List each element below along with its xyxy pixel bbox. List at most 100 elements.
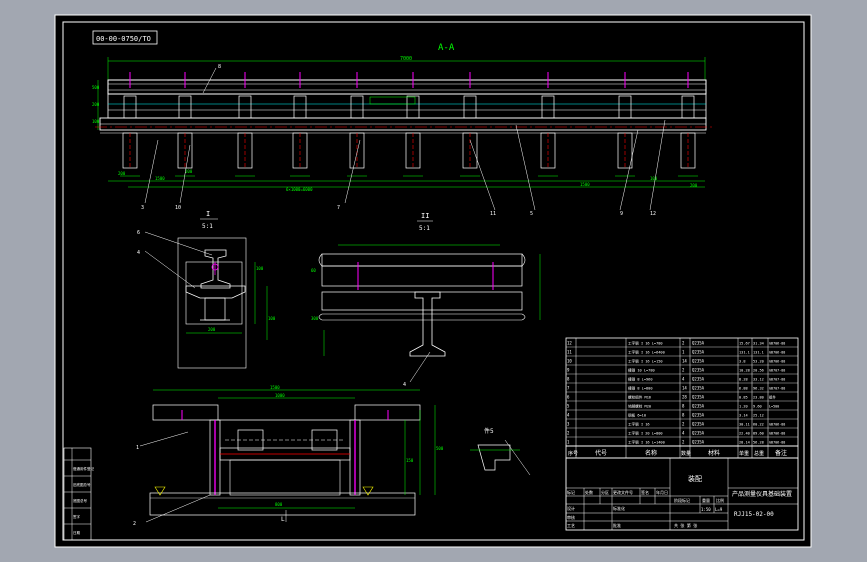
tb-zone: 分区 bbox=[601, 489, 609, 495]
bom-cell-mat: Q235A bbox=[692, 377, 705, 382]
section-a-title: A-A bbox=[438, 43, 455, 53]
tb-mark: 标记 bbox=[567, 489, 575, 495]
detail-i-dim-b: 100 bbox=[268, 316, 276, 321]
bom-cell-w2: 60.22 bbox=[753, 423, 764, 427]
scale-label: 比例 bbox=[716, 497, 724, 503]
detail-i-callout-6: 6 bbox=[137, 230, 140, 236]
bom-cell-w2: 131.1 bbox=[753, 351, 764, 355]
tb-sign: 签名 bbox=[641, 489, 649, 495]
tb-process: 工艺 bbox=[567, 523, 575, 528]
tb-std: 标准化 bbox=[613, 505, 625, 511]
sheet-label: 共 张 第 张 bbox=[674, 522, 697, 528]
bom-cell-note: GB706-88 bbox=[769, 441, 785, 445]
bom-cell-w1: 0.85 bbox=[739, 396, 748, 400]
bom-cell-note: GB706-88 bbox=[769, 360, 785, 364]
bottom-dim-3: 1500 bbox=[580, 182, 590, 187]
bom-cell-no: 11 bbox=[567, 350, 572, 355]
cad-drawing-viewport[interactable]: 00-00-0750/TO A-A 7000 500 200 100 1500 … bbox=[0, 0, 867, 562]
callout-7: 7 bbox=[337, 205, 340, 211]
bom-header-note: 备注 bbox=[775, 449, 787, 457]
tb-check: 审核 bbox=[567, 514, 575, 520]
bom-cell-w1: 1.20 bbox=[739, 405, 748, 409]
bom-cell-mat: Q235A bbox=[692, 440, 705, 445]
front-callout-2: 2 bbox=[133, 521, 136, 527]
callout-5: 5 bbox=[530, 211, 533, 217]
bom-cell-note: GB706-88 bbox=[769, 351, 785, 355]
detail-i-callout-4: 4 bbox=[137, 250, 140, 256]
detail-ii-dim-b: 300 bbox=[311, 316, 319, 321]
bottom-dim-6: 200 bbox=[118, 171, 126, 176]
stamp-4: 签字 bbox=[73, 514, 80, 519]
front-dim-right-b: 150 bbox=[406, 458, 414, 463]
drawing-tag-label: 00-00-0750/TO bbox=[96, 35, 151, 43]
bom-cell-mat: Q235A bbox=[692, 395, 705, 400]
detail-i-scale: 5:1 bbox=[202, 223, 213, 230]
bottom-dim-1: 1500 bbox=[155, 176, 165, 181]
bom-cell-w1: 22.40 bbox=[739, 432, 750, 436]
drawing-number: RJJ15-02-00 bbox=[734, 511, 774, 518]
bom-cell-name: 工字钢 I 16 L=150 bbox=[628, 359, 663, 364]
bom-cell-name: 槽钢 10 L=780 bbox=[628, 368, 655, 373]
stamp-2: 旧底图总号 bbox=[73, 482, 91, 487]
callout-9: 9 bbox=[620, 211, 623, 217]
bom-cell-mat: Q235A bbox=[692, 422, 705, 427]
bom-cell-name: 钢板 δ=10 bbox=[628, 413, 646, 418]
bom-cell-mat: Q235A bbox=[692, 359, 705, 364]
scale-text: 1:50 bbox=[701, 507, 711, 512]
title-caption: 装配 bbox=[688, 474, 702, 483]
bom-cell-w2: 96.32 bbox=[753, 387, 764, 391]
front-dim-bottom: 800 bbox=[275, 502, 283, 507]
bom-cell-w2: 56.28 bbox=[753, 441, 764, 445]
bom-cell-name: 工字钢 I 16 bbox=[628, 422, 650, 427]
bom-cell-note: GB706-88 bbox=[769, 423, 785, 427]
bom-cell-note: GB706-88 bbox=[769, 342, 785, 346]
bom-cell-note: L=500 bbox=[769, 405, 779, 409]
left-dim-b: 200 bbox=[92, 102, 100, 107]
bom-cell-w2: 53.20 bbox=[753, 360, 764, 364]
bom-header-mat: 材料 bbox=[708, 449, 720, 457]
detail-ii-callout-4: 4 bbox=[403, 382, 406, 388]
bom-cell-w1: 6.88 bbox=[739, 387, 748, 391]
bom-cell-note: GB706-88 bbox=[769, 432, 785, 436]
front-dim-top: 1500 bbox=[270, 385, 280, 390]
detail-i-dim-a: 100 bbox=[256, 266, 264, 271]
bom-cell-note: GB707-88 bbox=[769, 378, 785, 382]
front-dim-right-a: 500 bbox=[436, 446, 444, 451]
bom-cell-name: 螺栓组件 M16 bbox=[628, 395, 651, 400]
bom-cell-name: 工字钢 I 16 L=780 bbox=[628, 341, 663, 346]
front-callout-1: 1 bbox=[136, 445, 139, 451]
callout-10: 10 bbox=[175, 205, 181, 211]
bom-cell-w1: 30.11 bbox=[739, 423, 750, 427]
bom-cell-w2: 9.60 bbox=[753, 405, 762, 409]
tb-change: 更改文件号 bbox=[613, 489, 633, 495]
weight-text: L=9 bbox=[715, 507, 723, 512]
bom-cell-w1: 131.1 bbox=[739, 351, 750, 355]
bom-cell-qty: 14 bbox=[682, 386, 687, 391]
stage-label: 阶段标记 bbox=[674, 497, 690, 503]
bom-cell-name: 槽钢 8 L=960 bbox=[628, 377, 653, 382]
bom-cell-name: 工字钢 I 16 L=6400 bbox=[628, 350, 665, 355]
bom-cell-w2: 31.34 bbox=[753, 342, 764, 346]
stamp-3: 底图总号 bbox=[73, 498, 87, 503]
bottom-dim-5: 200 bbox=[690, 183, 698, 188]
bottom-dim-2: 200 bbox=[185, 169, 193, 174]
front-dim-mid: 1000 bbox=[275, 393, 285, 398]
detail-ii-scale: 5:1 bbox=[419, 225, 430, 232]
bom-cell-note: 组件 bbox=[769, 395, 776, 400]
drawing-title: 产品测量仪具基础装置 bbox=[732, 490, 792, 498]
bom-cell-w1: 15.67 bbox=[739, 342, 750, 346]
bom-cell-w2: 89.60 bbox=[753, 432, 764, 436]
bom-cell-w1: 10.28 bbox=[739, 369, 750, 373]
bom-cell-mat: Q235A bbox=[692, 350, 705, 355]
bom-header-code: 代号 bbox=[595, 449, 607, 457]
bom-cell-w2: 23.80 bbox=[753, 396, 764, 400]
callout-12: 12 bbox=[650, 211, 656, 217]
bottom-dim-chain: 6×1000=6000 bbox=[286, 187, 313, 192]
bom-cell-mat: Q235A bbox=[692, 341, 705, 346]
top-dimension: 7000 bbox=[400, 56, 412, 62]
bom-cell-note: GB707-88 bbox=[769, 387, 785, 391]
bom-header-w2: 总重 bbox=[754, 450, 764, 457]
bom-cell-mat: Q235A bbox=[692, 431, 705, 436]
tb-approve: 批准 bbox=[613, 522, 621, 528]
left-dim-a: 500 bbox=[92, 85, 100, 90]
